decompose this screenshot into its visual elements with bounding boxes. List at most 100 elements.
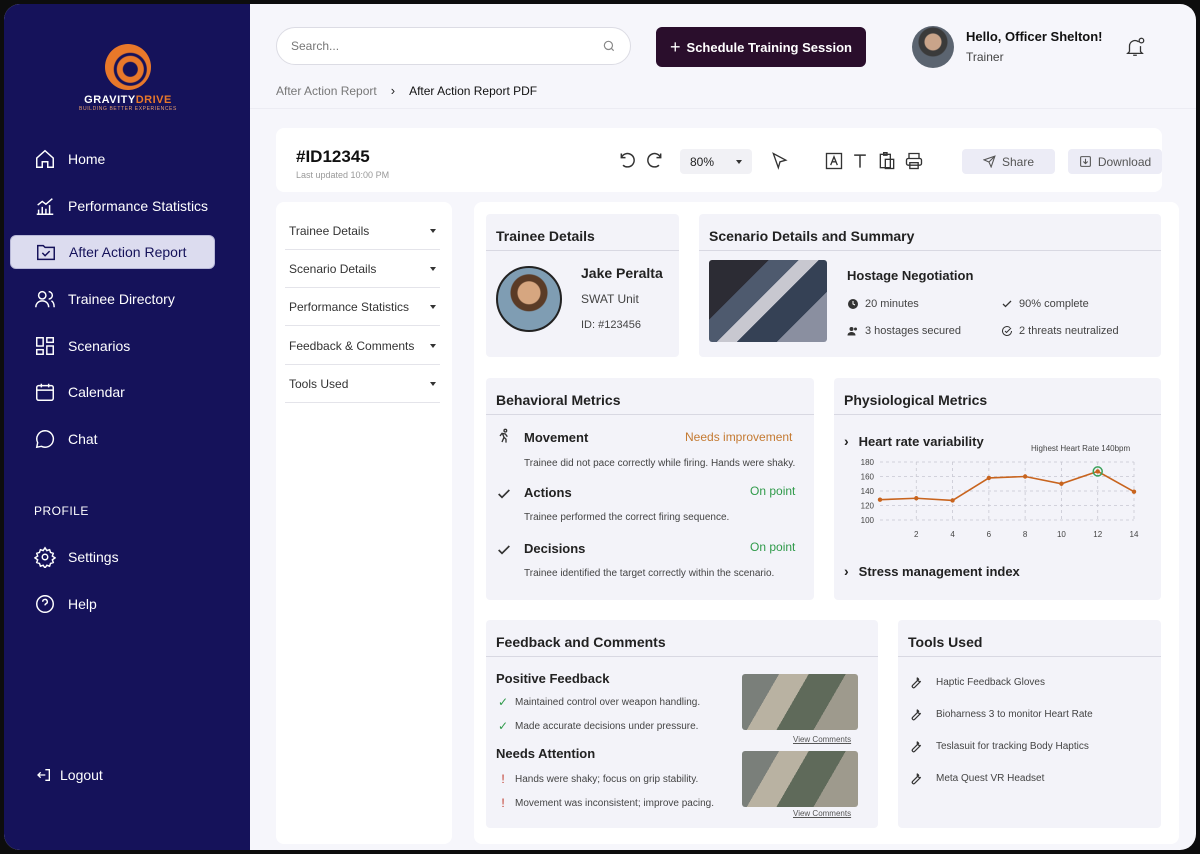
outline-item-scenario-details[interactable]: Scenario Details <box>285 250 440 288</box>
hrv-toggle[interactable]: › Heart rate variability <box>844 433 984 449</box>
trainee-id: ID: #123456 <box>581 319 641 331</box>
avatar[interactable] <box>912 26 954 68</box>
printer-icon[interactable] <box>904 151 924 171</box>
search-input[interactable] <box>291 39 602 53</box>
outline-label: Feedback & Comments <box>289 338 415 353</box>
view-comments-link[interactable]: View Comments <box>793 735 851 744</box>
cursor-icon[interactable] <box>770 151 790 171</box>
wrench-icon <box>911 677 922 689</box>
view-comments-link[interactable]: View Comments <box>793 809 851 818</box>
wrench-icon <box>911 709 922 721</box>
attention-item: ! Hands were shaky; focus on grip stabili… <box>496 772 698 786</box>
attention-item: ! Movement was inconsistent; improve paci… <box>496 796 714 810</box>
check-icon <box>498 489 510 499</box>
exclamation-icon: ! <box>501 772 505 786</box>
document-outline: Trainee Details Scenario Details Perform… <box>276 202 452 844</box>
search-icon[interactable] <box>602 39 616 53</box>
scenario-completion-text: 90% complete <box>1019 298 1089 310</box>
sidebar-item-label: Chat <box>68 431 98 447</box>
gravity-drive-logo-icon <box>105 44 151 90</box>
outline-item-trainee-details[interactable]: Trainee Details <box>285 212 440 250</box>
download-button[interactable]: Download <box>1068 149 1162 174</box>
outline-label: Performance Statistics <box>289 299 410 314</box>
y-tick-label: 180 <box>861 458 875 467</box>
metric-desc-decisions: Trainee identified the target correctly … <box>524 568 775 579</box>
x-tick-label: 4 <box>950 530 955 539</box>
bar-chart-icon <box>36 198 54 215</box>
feedback-text: Movement was inconsistent; improve pacin… <box>515 797 714 809</box>
sidebar-item-scenarios[interactable]: Scenarios <box>10 329 215 363</box>
y-tick-label: 100 <box>861 516 875 525</box>
outline-item-feedback-comments[interactable]: Feedback & Comments <box>285 327 440 365</box>
x-tick-label: 8 <box>1023 530 1028 539</box>
clock-icon <box>848 299 858 309</box>
positive-feedback-item: ✓ Maintained control over weapon handling… <box>496 695 700 709</box>
sidebar-item-trainee-directory[interactable]: Trainee Directory <box>10 282 215 316</box>
sidebar: GRAVITYDRIVE BUILDING BETTER EXPERIENCES… <box>4 4 250 850</box>
scenario-thumbnail <box>709 260 827 342</box>
sidebar-item-label: Trainee Directory <box>68 291 175 307</box>
redo-icon[interactable] <box>644 151 664 171</box>
logout-icon <box>37 769 50 781</box>
breadcrumb-current: After Action Report PDF <box>409 83 538 98</box>
clipboard-icon[interactable] <box>877 151 897 171</box>
brand-tagline: BUILDING BETTER EXPERIENCES <box>79 106 177 112</box>
metric-name-decisions: Decisions <box>524 541 586 556</box>
search-bar[interactable] <box>276 27 631 65</box>
outline-item-performance-statistics[interactable]: Performance Statistics <box>285 288 440 326</box>
tool-name: Haptic Feedback Gloves <box>936 676 1045 688</box>
sidebar-item-calendar[interactable]: Calendar <box>10 375 215 409</box>
outline-item-tools-used[interactable]: Tools Used <box>285 365 440 403</box>
sidebar-item-chat[interactable]: Chat <box>10 422 215 456</box>
scenario-duration-text: 20 minutes <box>865 298 919 310</box>
feedback-comments-card: Feedback and Comments Positive Feedback … <box>486 620 878 828</box>
metric-desc-movement: Trainee did not pace correctly while fir… <box>524 458 796 469</box>
data-point <box>1059 481 1064 486</box>
chevron-down-icon <box>736 159 742 164</box>
share-label: Share <box>1001 154 1035 169</box>
help-icon <box>36 595 54 613</box>
outline-label: Tools Used <box>289 376 349 391</box>
sidebar-item-after-action-report[interactable]: After Action Report <box>10 235 215 269</box>
data-point <box>1022 474 1028 479</box>
wrench-icon <box>911 741 922 753</box>
logout-button[interactable]: Logout <box>36 767 103 783</box>
divider <box>486 250 679 251</box>
sidebar-item-home[interactable]: Home <box>10 142 215 176</box>
notification-bell-icon[interactable] <box>1124 36 1146 58</box>
download-label: Download <box>1097 154 1152 169</box>
user-greeting: Hello, Officer Shelton! <box>966 29 1103 44</box>
report-document: Trainee Details Jake Peralta SWAT Unit I… <box>474 202 1179 844</box>
stress-index-toggle[interactable]: › Stress management index <box>844 563 1020 579</box>
breadcrumb-parent-link[interactable]: After Action Report <box>276 84 377 98</box>
calendar-icon <box>36 383 54 401</box>
y-tick-label: 120 <box>861 502 875 511</box>
sidebar-item-performance-statistics[interactable]: Performance Statistics <box>10 189 215 223</box>
metric-name-movement: Movement <box>524 430 589 445</box>
sidebar-item-settings[interactable]: Settings <box>10 540 215 574</box>
brand-logo[interactable]: GRAVITYDRIVE BUILDING BETTER EXPERIENCES <box>78 44 178 112</box>
feedback-video-thumbnail[interactable] <box>742 674 858 730</box>
sidebar-item-label: Calendar <box>68 384 125 400</box>
chevron-right-icon: › <box>844 433 849 449</box>
schedule-training-button[interactable]: + Schedule Training Session <box>656 27 866 67</box>
tool-name: Teslasuit for tracking Body Haptics <box>936 740 1089 752</box>
folder-check-icon <box>37 244 55 261</box>
feedback-text: Hands were shaky; focus on grip stabilit… <box>515 773 699 785</box>
tool-item: Haptic Feedback Gloves <box>908 674 1045 690</box>
text-icon[interactable] <box>850 151 870 171</box>
feedback-video-thumbnail[interactable] <box>742 751 858 807</box>
sidebar-item-label: Help <box>68 596 97 612</box>
undo-icon[interactable] <box>618 151 638 171</box>
zoom-select[interactable]: 80% <box>680 149 752 174</box>
data-point <box>1095 469 1100 474</box>
metric-desc-actions: Trainee performed the correct firing seq… <box>524 512 730 523</box>
tool-item: Bioharness 3 to monitor Heart Rate <box>908 706 1093 722</box>
zoom-value: 80% <box>690 154 715 169</box>
sidebar-item-help[interactable]: Help <box>10 587 215 621</box>
needs-attention-heading: Needs Attention <box>496 746 596 761</box>
chevron-down-icon <box>430 381 436 386</box>
share-button[interactable]: Share <box>962 149 1055 174</box>
sidebar-item-label: Scenarios <box>68 338 131 354</box>
text-box-icon[interactable] <box>824 151 844 171</box>
